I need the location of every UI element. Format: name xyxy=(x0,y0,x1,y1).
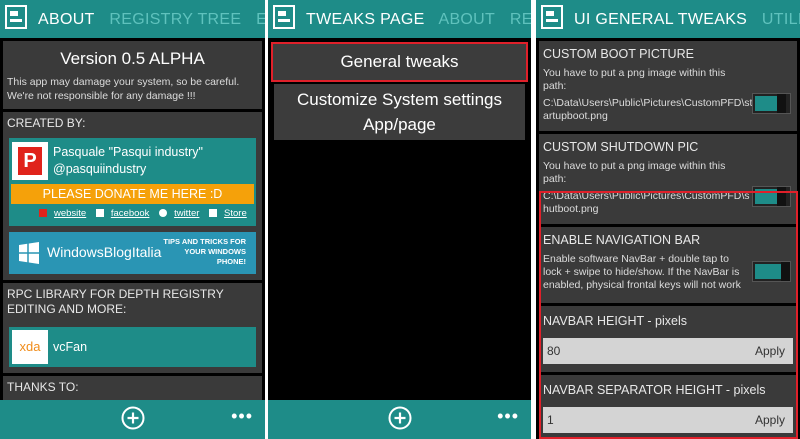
vcfan-name: vcFan xyxy=(53,340,88,354)
facebook-link[interactable]: facebook xyxy=(95,208,149,219)
app-logo-icon xyxy=(541,5,563,29)
separator-height-input[interactable] xyxy=(543,407,747,433)
navbar-height-input[interactable] xyxy=(543,338,747,364)
author-name: Pasquale "Pasqui industry" xyxy=(53,145,203,159)
created-by-header: CREATED BY: xyxy=(7,116,86,130)
header-bar: UI GENERAL TWEAKS UTILITIES xyxy=(536,0,800,38)
boot-description: You have to put a png image within this … xyxy=(543,67,726,92)
about-screen: ABOUT REGISTRY TREE EDITOR Version 0.5 A… xyxy=(0,0,265,439)
tweaks-content: General tweaks Customize System settings… xyxy=(268,38,531,400)
tab-registry-tree[interactable]: REGISTRY TREE xyxy=(109,11,241,28)
navbar-title: ENABLE NAVIGATION BAR xyxy=(543,233,701,247)
ui-tweaks-content[interactable]: CUSTOM BOOT PICTURE You have to put a pn… xyxy=(536,38,800,439)
author-card: P Pasquale "Pasqui industry" @pasquiindu… xyxy=(9,138,256,226)
tab-about[interactable]: ABOUT xyxy=(38,11,95,28)
height-title: NAVBAR HEIGHT - pixels xyxy=(543,314,688,328)
rpc-library-panel: RPC LIBRARY FOR DEPTH REGISTRY EDITING A… xyxy=(3,283,262,373)
twitter-icon xyxy=(159,209,168,218)
more-options-icon[interactable]: ••• xyxy=(231,406,253,427)
created-by-panel: CREATED BY: P Pasquale "Pasqui industry"… xyxy=(3,112,262,280)
tab-utilities[interactable]: UTILITIES xyxy=(762,11,800,28)
thanks-header: THANKS TO: xyxy=(7,380,79,394)
customize-system-button[interactable]: Customize System settings App/page xyxy=(274,84,525,140)
xda-logo: xda xyxy=(12,330,48,364)
app-bar: ••• xyxy=(268,400,531,439)
windowsblogitalia-banner[interactable]: WindowsBlogItalia TIPS AND TRICKS FOR YO… xyxy=(9,232,256,274)
donate-button[interactable]: PLEASE DONATE ME HERE :D xyxy=(11,184,254,204)
navbar-toggle[interactable] xyxy=(752,261,791,282)
vcfan-card[interactable]: xda vcFan xyxy=(9,327,256,367)
shutdown-path: C:\Data\Users\Public\Pictures\CustomPFD\… xyxy=(543,190,750,215)
navbar-description: Enable software NavBar + double tap to l… xyxy=(543,253,741,291)
ui-tweaks-screen: UI GENERAL TWEAKS UTILITIES CUSTOM BOOT … xyxy=(536,0,800,439)
tab-tweaks-page[interactable]: TWEAKS PAGE xyxy=(306,11,425,28)
banner-tagline: TIPS AND TRICKS FOR YOUR WINDOWS PHONE! xyxy=(163,237,246,266)
apply-separator-button[interactable]: Apply xyxy=(747,407,793,433)
custom-shutdown-setting: CUSTOM SHUTDOWN PIC You have to put a pn… xyxy=(539,134,797,224)
rpc-header: RPC LIBRARY FOR DEPTH REGISTRY EDITING A… xyxy=(7,287,224,316)
tweaks-screen: TWEAKS PAGE ABOUT REGISTRY General tweak… xyxy=(268,0,531,439)
tab-ui-general-tweaks[interactable]: UI GENERAL TWEAKS xyxy=(574,11,747,28)
boot-toggle[interactable] xyxy=(752,93,791,114)
general-tweaks-button[interactable]: General tweaks xyxy=(271,42,528,82)
tab-about[interactable]: ABOUT xyxy=(438,11,495,28)
website-link[interactable]: website xyxy=(39,208,86,219)
author-logo: P xyxy=(12,142,48,180)
custom-boot-setting: CUSTOM BOOT PICTURE You have to put a pn… xyxy=(539,41,797,131)
navbar-height-setting: NAVBAR HEIGHT - pixels Apply xyxy=(539,306,797,372)
tab-editor[interactable]: EDITOR xyxy=(256,11,265,28)
author-links: website facebook twitter Store xyxy=(39,208,254,219)
twitter-link[interactable]: twitter xyxy=(159,208,199,219)
version-label: Version 0.5 ALPHA xyxy=(60,49,205,68)
facebook-icon xyxy=(95,209,104,218)
about-content[interactable]: Version 0.5 ALPHA This app may damage yo… xyxy=(0,38,265,400)
navbar-setting: ENABLE NAVIGATION BAR Enable software Na… xyxy=(539,227,797,303)
separator-title: NAVBAR SEPARATOR HEIGHT - pixels xyxy=(543,383,766,397)
store-link[interactable]: Store xyxy=(209,208,247,219)
shutdown-title: CUSTOM SHUTDOWN PIC xyxy=(543,140,699,154)
app-bar: ••• xyxy=(0,400,265,439)
app-logo-icon xyxy=(5,5,27,29)
header-bar: ABOUT REGISTRY TREE EDITOR xyxy=(0,0,265,38)
banner-title: WindowsBlogItalia xyxy=(47,244,162,260)
store-icon xyxy=(209,209,218,218)
add-icon[interactable] xyxy=(388,406,412,430)
boot-path: C:\Data\Users\Public\Pictures\CustomPFD\… xyxy=(543,97,753,122)
boot-title: CUSTOM BOOT PICTURE xyxy=(543,47,694,61)
version-panel: Version 0.5 ALPHA This app may damage yo… xyxy=(3,41,262,109)
navbar-separator-setting: NAVBAR SEPARATOR HEIGHT - pixels Apply xyxy=(539,375,797,439)
apply-height-button[interactable]: Apply xyxy=(747,338,793,364)
add-icon[interactable] xyxy=(121,406,145,430)
thanks-panel: THANKS TO: djAmol xyxy=(3,376,262,400)
tab-registry[interactable]: REGISTRY xyxy=(510,11,531,28)
shutdown-description: You have to put a png image within this … xyxy=(543,160,726,185)
windows-logo-icon xyxy=(19,242,39,264)
shutdown-toggle[interactable] xyxy=(752,186,791,207)
author-handle: @pasquiindustry xyxy=(53,162,147,176)
more-options-icon[interactable]: ••• xyxy=(497,406,519,427)
header-bar: TWEAKS PAGE ABOUT REGISTRY xyxy=(268,0,531,38)
warning-text: This app may damage your system, so be c… xyxy=(7,76,240,102)
app-logo-icon xyxy=(273,5,295,29)
pinterest-icon xyxy=(39,209,47,218)
